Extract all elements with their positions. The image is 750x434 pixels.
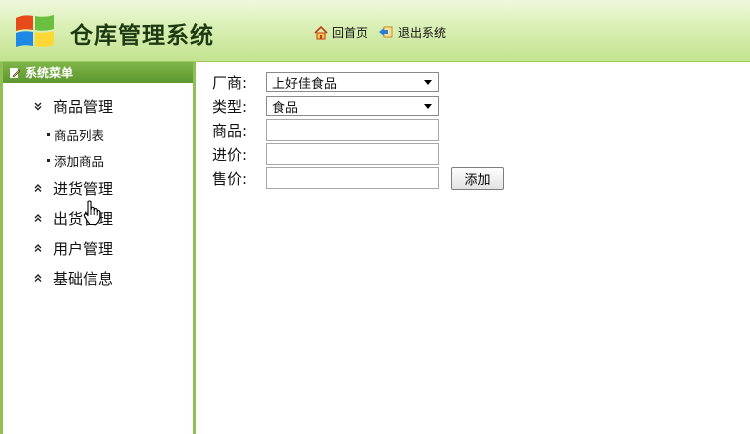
sale-price-input[interactable] [266, 167, 439, 189]
menu-group-purchasing[interactable]: 进货管理 [3, 173, 193, 203]
bullet-icon [47, 158, 50, 162]
menu-group-label: 基础信息 [53, 269, 114, 288]
chevron-up-icon [31, 243, 45, 253]
menu-edit-icon [10, 67, 21, 78]
product-row: 商品: [212, 118, 504, 142]
price-row: 售价: 添加 [212, 166, 504, 190]
chevron-up-icon [31, 183, 45, 193]
menu-item-add-product[interactable]: 添加商品 [3, 147, 193, 173]
add-button[interactable]: 添加 [451, 166, 504, 190]
logout-link[interactable]: 退出系统 [378, 24, 446, 41]
product-label: 商品: [212, 121, 248, 140]
hand-cursor-icon [83, 200, 101, 226]
windows-logo-icon [16, 15, 54, 47]
vendor-row: 厂商: 上好佳食品 [212, 70, 504, 94]
product-input[interactable] [266, 119, 439, 141]
price-label: 售价: [212, 169, 248, 188]
cost-row: 进价: [212, 142, 504, 166]
bullet-icon [47, 132, 50, 136]
vendor-label: 厂商: [212, 73, 248, 92]
dropdown-arrow-icon [424, 79, 432, 85]
type-label: 类型: [212, 97, 248, 116]
cost-price-input[interactable] [266, 143, 439, 165]
menu-group-label: 商品管理 [53, 97, 114, 116]
vendor-select[interactable]: 上好佳食品 [266, 72, 439, 92]
cost-label: 进价: [212, 145, 248, 164]
menu-group-basic-info[interactable]: 基础信息 [3, 263, 193, 293]
logout-link-label: 退出系统 [398, 26, 447, 40]
product-form: 厂商: 上好佳食品 类型: 食品 商品: 进价: 售价: 添加 [212, 70, 504, 190]
chevron-down-icon [31, 101, 45, 111]
type-select-value: 食品 [272, 100, 299, 116]
logout-icon [379, 26, 393, 37]
home-icon [314, 25, 328, 39]
menu-item-label: 添加商品 [54, 153, 105, 169]
dropdown-arrow-icon [424, 103, 432, 109]
sidebar-title: 系统菜单 [25, 66, 74, 80]
header-nav: 回首页 退出系统 [314, 24, 456, 41]
menu-group-label: 进货管理 [53, 179, 114, 198]
type-row: 类型: 食品 [212, 94, 504, 118]
home-link-label: 回首页 [332, 26, 369, 40]
menu-group-products[interactable]: 商品管理 [3, 91, 193, 121]
app-header: 仓库管理系统 回首页 退出系统 [0, 0, 750, 62]
vendor-select-value: 上好佳食品 [272, 76, 338, 92]
menu-item-product-list[interactable]: 商品列表 [3, 121, 193, 147]
sidebar: 系统菜单 商品管理 商品列表 添加商品 进货管理 出货管理 用户管理 基础信息 [0, 62, 196, 434]
menu-group-users[interactable]: 用户管理 [3, 233, 193, 263]
menu-group-label: 用户管理 [53, 239, 114, 258]
sidebar-menu: 商品管理 商品列表 添加商品 进货管理 出货管理 用户管理 基础信息 [3, 83, 193, 293]
home-link[interactable]: 回首页 [314, 24, 368, 41]
sidebar-header: 系统菜单 [3, 62, 193, 83]
type-select[interactable]: 食品 [266, 96, 439, 116]
chevron-up-icon [31, 213, 45, 223]
app-title: 仓库管理系统 [70, 22, 214, 49]
menu-item-label: 商品列表 [54, 127, 105, 143]
chevron-up-icon [31, 273, 45, 283]
